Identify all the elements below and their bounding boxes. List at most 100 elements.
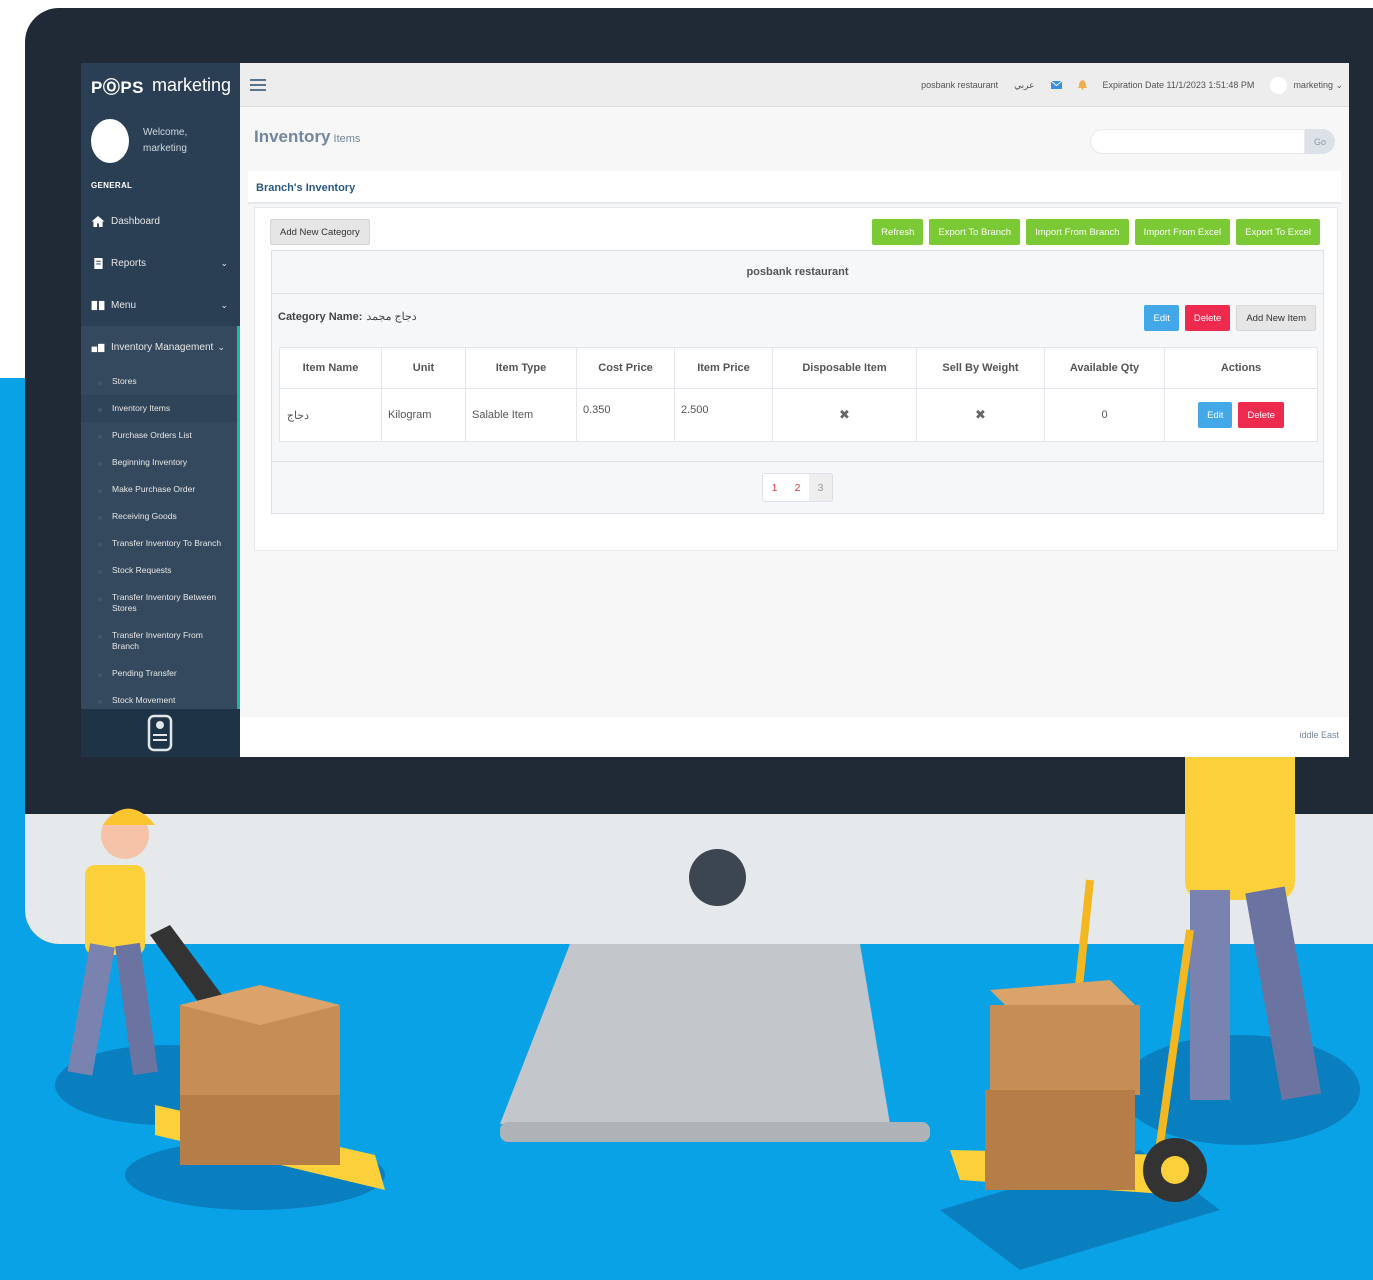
page-title: Inventory Items [254, 127, 360, 147]
submenu-item-receiving-goods[interactable]: Receiving Goods [81, 503, 237, 530]
cell-available-qty: 0 [1044, 388, 1165, 442]
chevron-down-icon: ⌄ [217, 341, 225, 352]
col-actions: Actions [1164, 347, 1318, 389]
brand[interactable]: PⓄPS marketing [81, 63, 240, 107]
export-to-branch-button[interactable]: Export To Branch [929, 219, 1021, 245]
submenu-item-inventory-items[interactable]: Inventory Items [81, 395, 237, 422]
sidebar-footer [81, 709, 240, 757]
monitor-logo-dot [689, 849, 746, 906]
submenu-item-transfer-from-branch[interactable]: Transfer Inventory From Branch [81, 622, 237, 660]
category-name: دجاج مجمد [366, 311, 417, 323]
page-1-link[interactable]: 1 [763, 474, 786, 501]
search-bar: Go [1090, 129, 1335, 154]
cell-sell-by-weight: ✖ [916, 388, 1045, 442]
profile-username: marketing [143, 143, 187, 154]
category-row: Category Name: دجاج مجمد Edit Delete Add … [272, 294, 1323, 338]
delivery-worker-left-illustration [55, 808, 385, 1210]
mail-icon[interactable] [1050, 81, 1062, 89]
col-item-name: Item Name [279, 347, 382, 389]
inventory-submenu: Stores Inventory Items Purchase Orders L… [81, 368, 240, 720]
book-icon [91, 300, 105, 310]
chevron-down-icon: ⌄ [220, 299, 228, 310]
col-unit: Unit [381, 347, 466, 389]
page-3-link[interactable]: 3 [809, 474, 832, 501]
chevron-down-icon: ⌄ [220, 257, 228, 268]
submenu-item-stock-requests[interactable]: Stock Requests [81, 557, 237, 584]
app-screen: PⓄPS marketing Welcome, marketing GENERA… [81, 63, 1349, 757]
brand-name: marketing [152, 74, 232, 95]
user-avatar [1270, 76, 1288, 94]
category-edit-button[interactable]: Edit [1144, 305, 1179, 331]
add-new-item-button[interactable]: Add New Item [1236, 305, 1316, 331]
submenu-item-pending-transfer[interactable]: Pending Transfer [81, 660, 237, 687]
refresh-button[interactable]: Refresh [872, 219, 924, 245]
cell-item-type: Salable Item [465, 388, 577, 442]
panel-title: Branch's Inventory [248, 171, 1341, 204]
col-item-type: Item Type [465, 347, 577, 389]
import-from-excel-button[interactable]: Import From Excel [1134, 219, 1231, 245]
sidebar-item-label: Reports [111, 257, 147, 269]
language-toggle[interactable]: عربي [1014, 80, 1034, 91]
hamburger-menu-icon[interactable] [250, 78, 266, 91]
submenu-item-stores[interactable]: Stores [81, 368, 237, 395]
category-name-label: Category Name: [278, 311, 363, 323]
bell-icon[interactable] [1077, 80, 1087, 90]
pagination-band: 1 2 3 [272, 461, 1323, 513]
document-icon [94, 257, 103, 269]
row-delete-button[interactable]: Delete [1238, 402, 1284, 428]
sidebar-item-inventory-management[interactable]: Inventory Management ⌄ [81, 326, 240, 368]
table-row: دجاج Kilogram Salable Item 0.350 2.500 ✖… [279, 388, 1318, 442]
page-2-link[interactable]: 2 [786, 474, 809, 501]
submenu-item-make-purchase-order[interactable]: Make Purchase Order [81, 476, 237, 503]
submenu-item-transfer-to-branch[interactable]: Transfer Inventory To Branch [81, 530, 237, 557]
sidebar-item-dashboard[interactable]: Dashboard [81, 200, 240, 242]
top-nav: posbank restaurant عربي Expiration Date … [240, 63, 1349, 107]
export-to-excel-button[interactable]: Export To Excel [1236, 219, 1320, 245]
search-input[interactable] [1090, 129, 1305, 154]
col-cost-price: Cost Price [576, 347, 675, 389]
restaurant-name: posbank restaurant [272, 251, 1323, 294]
items-table: Item Name Unit Item Type Cost Price Item… [279, 347, 1318, 442]
sidebar-item-menu[interactable]: Menu ⌄ [81, 284, 240, 326]
cell-cost-price: 0.350 [576, 388, 675, 442]
user-name: marketing [1293, 79, 1333, 90]
avatar[interactable] [91, 119, 129, 163]
submenu-item-transfer-between-stores[interactable]: Transfer Inventory Between Stores [81, 584, 237, 622]
footer [240, 717, 1349, 757]
welcome-text: Welcome, [143, 127, 188, 138]
cell-item-name: دجاج [279, 388, 382, 442]
col-disposable-item: Disposable Item [772, 347, 917, 389]
sidebar-item-label: Dashboard [111, 215, 160, 227]
cell-disposable-item: ✖ [772, 388, 917, 442]
category-block: posbank restaurant Category Name: دجاج مج… [271, 250, 1324, 514]
expiration-date: Expiration Date 11/1/2023 1:51:48 PM [1102, 80, 1255, 90]
section-general: GENERAL [91, 181, 133, 190]
category-delete-button[interactable]: Delete [1184, 305, 1231, 331]
boxes-icon [91, 343, 105, 352]
toolbar-actions: Refresh Export To Branch Import From Bra… [866, 219, 1320, 245]
brand-logo: PⓄPS [91, 77, 145, 97]
inventory-panel: Add New Category Refresh Export To Branc… [254, 207, 1338, 551]
col-sell-by-weight: Sell By Weight [916, 347, 1045, 389]
user-menu[interactable]: marketing ⌄ [1270, 76, 1343, 94]
col-available-qty: Available Qty [1044, 347, 1165, 389]
profile: Welcome, marketing [81, 107, 240, 175]
sidebar-item-label: Inventory Management [111, 341, 214, 353]
submenu-item-purchase-orders-list[interactable]: Purchase Orders List [81, 422, 237, 449]
restaurant-selector[interactable]: posbank restaurant [921, 80, 998, 90]
submenu-item-beginning-inventory[interactable]: Beginning Inventory [81, 449, 237, 476]
import-from-branch-button[interactable]: Import From Branch [1026, 219, 1129, 245]
sidebar-item-label: Menu [111, 299, 137, 311]
category-label: Category Name: دجاج مجمد [278, 310, 417, 323]
add-new-category-button[interactable]: Add New Category [270, 219, 370, 245]
sidebar-item-reports[interactable]: Reports ⌄ [81, 242, 240, 284]
search-go-button[interactable]: Go [1305, 129, 1335, 154]
main-content: Inventory Items Go Branch's Inventory Add… [240, 107, 1349, 757]
page-title-text: Inventory [254, 127, 331, 146]
row-edit-button[interactable]: Edit [1198, 402, 1233, 428]
inventory-device-icon[interactable] [147, 714, 175, 752]
sidebar: PⓄPS marketing Welcome, marketing GENERA… [81, 63, 240, 757]
home-icon [91, 215, 105, 227]
cell-item-price: 2.500 [674, 388, 773, 442]
chevron-down-icon: ⌄ [1332, 79, 1343, 90]
